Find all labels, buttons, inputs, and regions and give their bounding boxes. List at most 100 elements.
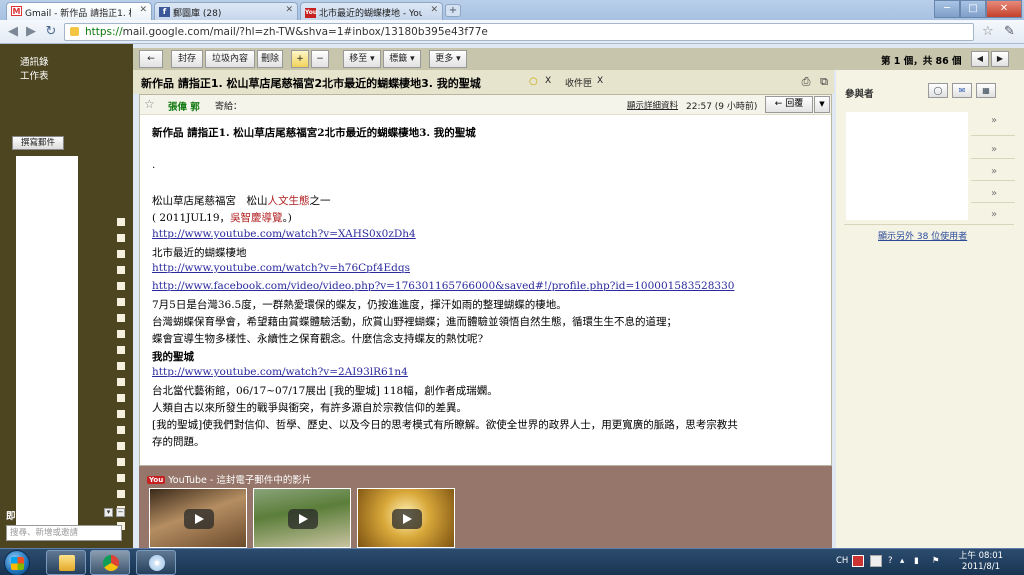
youtube-link[interactable]: http://www.youtube.com/watch?v=h76Cpf4Ed… [152,262,410,274]
close-tab-icon[interactable]: ✕ [139,5,147,15]
network-icon[interactable]: ▮ [914,556,919,566]
label-color-square[interactable] [117,362,125,370]
tray-expand-icon[interactable]: ▴ [900,556,904,566]
sender-name[interactable]: 張偉 郭 [168,99,200,113]
flag-icon[interactable]: ⚑ [932,556,940,566]
play-icon[interactable] [288,509,318,529]
ime-icon[interactable] [852,555,864,567]
participants-pane: 參與者 ◯ ✉ ▦ » » » » » 顯示另外 38 位使用者 [836,70,1024,548]
delete-button[interactable]: 刪除 [257,50,283,68]
label-color-square[interactable] [117,250,125,258]
reply-button[interactable]: ← 回覆 [765,96,813,113]
calendar-icon[interactable]: ▦ [976,83,996,98]
participant-chevron[interactable]: » [991,144,997,155]
label-color-square[interactable] [117,346,125,354]
taskbar-chrome[interactable] [90,550,130,575]
back-to-inbox-button[interactable]: ← [139,50,163,68]
wrench-icon[interactable]: ✎ [1004,24,1015,39]
label-color-square[interactable] [117,282,125,290]
remove-inbox-x[interactable]: X [597,76,603,86]
start-button[interactable] [4,550,30,575]
label-color-square[interactable] [117,458,125,466]
tab-youtube[interactable]: You 北市最近的蝴蝶棲地 - You ✕ [300,2,443,20]
tab-facebook[interactable]: f 郵圖庫 (28) ✕ [154,2,298,20]
chat-search-input[interactable]: 搜尋、新增或邀請 [6,525,122,541]
chat-options-button[interactable]: ▾ [104,508,113,517]
label-color-square[interactable] [117,490,125,498]
participant-chevron[interactable]: » [991,115,997,126]
chat-bubble-icon[interactable]: ◯ [928,83,948,98]
maximize-button[interactable]: □ [960,0,986,18]
taskbar-clock[interactable]: 上午 08:01 2011/8/1 [958,551,1004,573]
label-color-square[interactable] [117,426,125,434]
youtube-link[interactable]: http://www.youtube.com/watch?v=XAHS0x0zD… [152,228,416,240]
nav-tasks[interactable]: 工作表 [20,68,49,82]
body-line: ( 2011JUL19，吳智慶導覽。) [152,210,292,225]
remove-label-x[interactable]: X [545,76,551,86]
back-arrow-icon[interactable]: ◀ [4,23,22,41]
new-tab-button[interactable]: + [445,4,461,17]
star-icon[interactable]: ☆ [144,97,155,111]
show-more-participants-link[interactable]: 顯示另外 38 位使用者 [878,229,967,242]
archive-button[interactable]: 封存 [171,50,203,68]
inbox-label[interactable]: 收件匣 [565,76,592,89]
label-color-square[interactable] [117,394,125,402]
email-icon[interactable]: ✉ [952,83,972,98]
add-star-button[interactable]: + [291,50,309,68]
participant-chevron[interactable]: » [991,209,997,220]
label-color-square[interactable] [117,234,125,242]
move-to-dropdown[interactable]: 移至 ▾ [343,50,381,68]
label-color-square[interactable] [117,378,125,386]
label-color-square[interactable] [117,218,125,226]
keyboard-icon[interactable] [870,555,882,567]
video-thumbnail[interactable] [253,488,351,548]
video-thumbnail[interactable] [149,488,247,548]
tab-gmail[interactable]: M Gmail - 新作品 請指正1. 松 ✕ [6,2,152,20]
labels-dropdown[interactable]: 標籤 ▾ [383,50,421,68]
label-color-square[interactable] [117,330,125,338]
label-color-square[interactable] [117,474,125,482]
participant-chevron[interactable]: » [991,188,997,199]
facebook-link[interactable]: http://www.facebook.com/video/video.php?… [152,280,734,292]
print-icon[interactable]: ⎙ [799,75,813,89]
compose-button[interactable]: 撰寫郵件 [12,136,64,150]
help-icon[interactable]: ? [888,556,893,566]
minimize-button[interactable]: ─ [934,0,960,18]
close-window-button[interactable]: ✕ [986,0,1022,18]
label-color-square[interactable] [117,266,125,274]
forward-arrow-icon[interactable]: ▶ [22,23,40,41]
chat-section-title[interactable]: 即時通訊 [6,508,44,522]
facebook-icon: f [159,7,170,17]
body-line: 蝶會宣導生物多樣性、永續性之保育觀念。什麼信念支持蝶友的熱忱呢? [152,333,484,345]
show-details-link[interactable]: 顯示詳細資料 [627,99,678,111]
video-thumbnail[interactable] [357,488,455,548]
language-indicator[interactable]: CH [836,556,848,566]
chat-collapse-button[interactable]: − [116,508,125,517]
play-icon[interactable] [184,509,214,529]
label-color-square[interactable] [117,314,125,322]
label-color-square[interactable] [117,298,125,306]
nav-contacts[interactable]: 通訊錄 [20,54,49,68]
label-color-square[interactable] [117,442,125,450]
mark-button[interactable]: − [311,50,329,68]
play-icon[interactable] [392,509,422,529]
more-actions-dropdown[interactable]: 更多 ▾ [429,50,467,68]
address-bar[interactable]: https://mail.google.com/mail/?hl=zh-TW&s… [64,23,974,41]
label-color-square[interactable] [117,410,125,418]
browser-tab-bar: M Gmail - 新作品 請指正1. 松 ✕ f 郵圖庫 (28) ✕ You 北市最近… [0,0,1024,20]
next-message-button[interactable]: ▶ [991,51,1009,67]
youtube-link[interactable]: http://www.youtube.com/watch?v=2AI93lR61… [152,366,408,378]
new-window-icon[interactable]: ⧉ [817,75,831,89]
close-tab-icon[interactable]: ✕ [430,5,438,15]
taskbar-explorer[interactable] [46,550,86,575]
chrome-icon [103,555,119,571]
close-tab-icon[interactable]: ✕ [285,5,293,15]
taskbar-paint[interactable] [136,550,176,575]
message-more-dropdown[interactable]: ▼ [814,96,830,113]
body-highlight: 吳智慶導覽 [230,212,283,224]
previous-message-button[interactable]: ◀ [971,51,989,67]
participant-chevron[interactable]: » [991,166,997,177]
reload-icon[interactable]: ↻ [42,23,60,41]
bookmark-star-icon[interactable]: ☆ [982,24,994,39]
report-spam-button[interactable]: 垃圾內容 [205,50,255,68]
